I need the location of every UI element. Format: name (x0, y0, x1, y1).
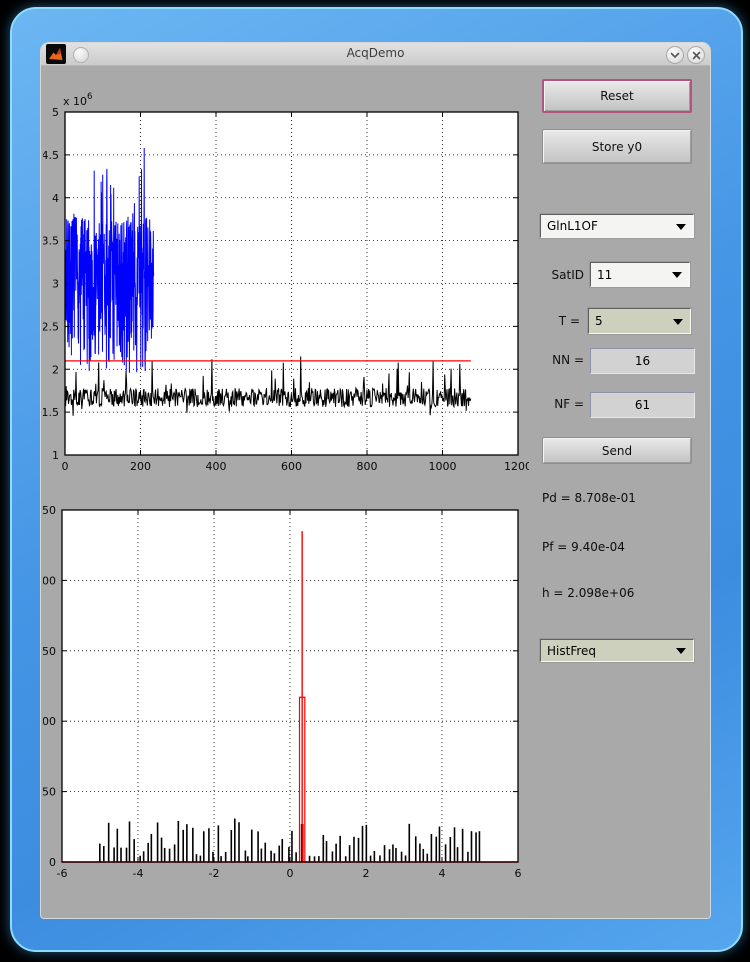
svg-text:4.5: 4.5 (43, 149, 59, 162)
h-readout: h = 2.098e+06 (542, 586, 634, 600)
upper-plot: 0 200 400 600 800 1000 1200 1 1.5 2 2.5 3 3.5 4 4.5 5 x … (43, 90, 529, 486)
close-icon (692, 51, 701, 60)
svg-text:150: 150 (43, 645, 56, 658)
svg-text:-4: -4 (133, 867, 144, 880)
satid-select[interactable]: 11 (590, 262, 690, 287)
svg-text:4: 4 (52, 192, 59, 205)
svg-text:250: 250 (43, 504, 56, 517)
signal-select[interactable]: GlnL1OF (540, 214, 694, 238)
svg-text:2: 2 (363, 867, 370, 880)
svg-text:0: 0 (287, 867, 294, 880)
svg-text:2.5: 2.5 (43, 320, 59, 333)
titlebar[interactable]: AcqDemo (41, 43, 710, 66)
svg-text:-2: -2 (209, 867, 220, 880)
svg-text:3.5: 3.5 (43, 235, 59, 248)
svg-text:0: 0 (49, 856, 56, 869)
svg-text:x 106: x 106 (63, 92, 92, 108)
svg-text:0: 0 (62, 460, 69, 473)
svg-text:1: 1 (52, 449, 59, 462)
svg-text:4: 4 (439, 867, 446, 880)
t-select-value: 5 (589, 314, 673, 328)
svg-text:1.5: 1.5 (43, 406, 59, 419)
svg-text:-6: -6 (57, 867, 68, 880)
svg-text:5: 5 (52, 106, 59, 119)
close-button[interactable] (687, 46, 705, 64)
t-select[interactable]: 5 (588, 308, 691, 334)
svg-text:600: 600 (281, 460, 302, 473)
svg-text:1000: 1000 (429, 460, 457, 473)
send-button[interactable]: Send (542, 437, 692, 464)
pd-readout: Pd = 8.708e-01 (542, 491, 636, 505)
window-title: AcqDemo (41, 46, 710, 60)
store-y0-button[interactable]: Store y0 (542, 129, 692, 164)
nf-field[interactable] (590, 392, 695, 418)
screen-background: AcqDemo 02004006008001000120011.522.533.… (0, 0, 750, 962)
chevron-down-icon (670, 52, 680, 59)
pf-readout: Pf = 9.40e-04 (542, 540, 625, 554)
chevron-down-icon (673, 319, 683, 330)
svg-text:800: 800 (357, 460, 378, 473)
hist-select[interactable]: HistFreq (540, 639, 694, 662)
svg-text:200: 200 (130, 460, 151, 473)
svg-text:400: 400 (206, 460, 227, 473)
svg-text:100: 100 (43, 715, 56, 728)
chevron-down-icon (676, 224, 686, 235)
chevron-down-icon (676, 648, 686, 659)
hist-select-value: HistFreq (541, 644, 676, 658)
signal-select-value: GlnL1OF (541, 219, 676, 233)
t-label: T = (532, 314, 580, 328)
window-glow-frame: AcqDemo 02004006008001000120011.522.533.… (10, 7, 743, 952)
nn-label: NN = (532, 353, 584, 367)
nf-label: NF = (532, 397, 584, 411)
svg-text:200: 200 (43, 574, 56, 587)
lower-plot: -6 -4 -2 0 2 4 6 0 50 100 150 200 250 (43, 488, 529, 886)
acqdemo-window: AcqDemo 02004006008001000120011.522.533.… (41, 43, 710, 918)
svg-text:1200: 1200 (504, 460, 529, 473)
minimize-button[interactable] (666, 46, 684, 64)
svg-text:6: 6 (515, 867, 522, 880)
svg-text:50: 50 (43, 786, 56, 799)
svg-text:3: 3 (52, 278, 59, 291)
satid-label: SatID (532, 268, 584, 282)
chevron-down-icon (672, 272, 682, 283)
reset-button[interactable]: Reset (542, 79, 692, 113)
satid-select-value: 11 (591, 268, 672, 282)
svg-text:2: 2 (52, 363, 59, 376)
nn-field[interactable] (590, 348, 695, 374)
